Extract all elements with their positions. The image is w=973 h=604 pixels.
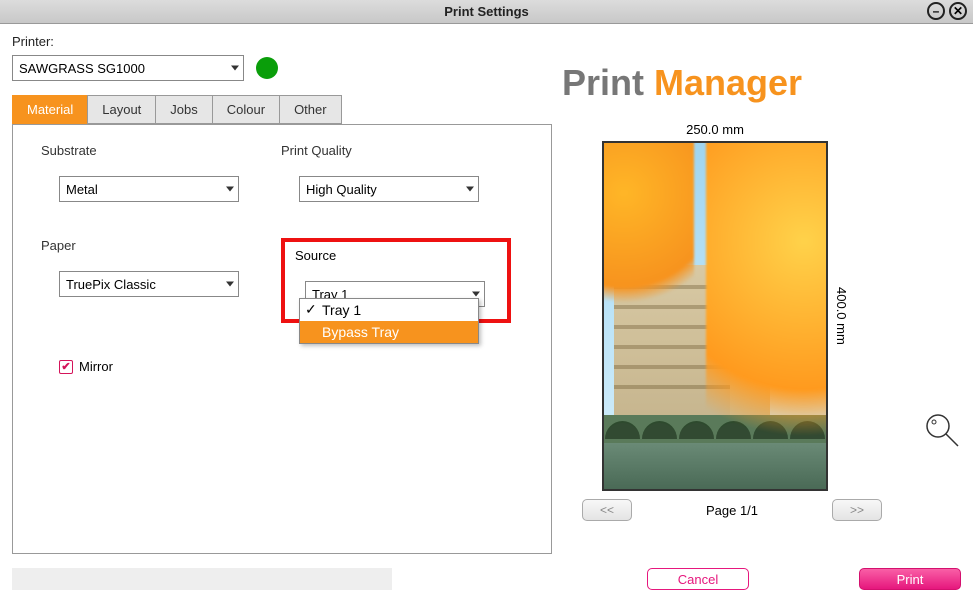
progress-placeholder	[12, 568, 392, 590]
preview-image	[602, 141, 828, 491]
tab-layout[interactable]: Layout	[87, 95, 156, 124]
mirror-checkbox[interactable]: ✔	[59, 360, 73, 374]
source-option-bypass[interactable]: Bypass Tray	[300, 321, 478, 343]
printer-select[interactable]: SAWGRASS SG1000	[12, 55, 244, 81]
chevron-down-icon	[226, 187, 234, 192]
titlebar: Print Settings – ✕	[0, 0, 973, 24]
source-dropdown: ✓ Tray 1 Bypass Tray	[299, 298, 479, 344]
tab-panel-material: Substrate Metal Print Quality High Quali…	[12, 124, 552, 554]
substrate-group: Substrate Metal	[41, 143, 241, 202]
bottom-bar: Cancel Print	[12, 568, 961, 590]
mirror-row: ✔ Mirror	[59, 359, 523, 374]
logo-part2: Manager	[654, 62, 802, 103]
tabs: Material Layout Jobs Colour Other	[12, 95, 552, 124]
pager: << Page 1/1 >>	[582, 499, 882, 521]
preview-height-label: 400.0 mm	[834, 287, 849, 345]
paper-group: Paper TruePix Classic	[41, 238, 241, 297]
printer-label: Printer:	[12, 34, 552, 49]
paper-label: Paper	[41, 238, 241, 253]
right-panel: Print Manager 250.0 mm 400.0 mm	[562, 34, 961, 554]
next-page-button[interactable]: >>	[832, 499, 882, 521]
substrate-value: Metal	[66, 182, 98, 197]
tab-other[interactable]: Other	[279, 95, 342, 124]
source-label: Source	[295, 248, 497, 263]
chevron-down-icon	[466, 187, 474, 192]
source-option-tray1-label: Tray 1	[322, 302, 361, 318]
paper-select[interactable]: TruePix Classic	[59, 271, 239, 297]
source-option-bypass-label: Bypass Tray	[322, 324, 399, 340]
chevron-down-icon	[231, 66, 239, 71]
preview-width-label: 250.0 mm	[602, 122, 828, 137]
paper-value: TruePix Classic	[66, 277, 156, 292]
print-button[interactable]: Print	[859, 568, 961, 590]
printer-select-value: SAWGRASS SG1000	[19, 61, 145, 76]
chevron-down-icon	[226, 282, 234, 287]
app-logo: Print Manager	[562, 62, 961, 104]
prev-page-button[interactable]: <<	[582, 499, 632, 521]
minimize-icon[interactable]: –	[927, 2, 945, 20]
print-quality-value: High Quality	[306, 182, 377, 197]
tab-jobs[interactable]: Jobs	[155, 95, 212, 124]
cancel-button[interactable]: Cancel	[647, 568, 749, 590]
check-icon: ✓	[305, 301, 317, 318]
page-indicator: Page 1/1	[706, 503, 758, 518]
preview-area: 250.0 mm 400.0 mm	[572, 122, 912, 521]
substrate-select[interactable]: Metal	[59, 176, 239, 202]
printer-status-indicator	[256, 57, 278, 79]
print-quality-group: Print Quality High Quality	[281, 143, 481, 202]
left-panel: Printer: SAWGRASS SG1000 Material Layout…	[12, 34, 552, 554]
tab-material[interactable]: Material	[12, 95, 88, 124]
print-quality-label: Print Quality	[281, 143, 481, 158]
zoom-icon[interactable]	[924, 412, 960, 451]
tab-colour[interactable]: Colour	[212, 95, 280, 124]
substrate-label: Substrate	[41, 143, 241, 158]
source-option-tray1[interactable]: ✓ Tray 1	[300, 299, 478, 321]
source-group-highlight: Source Tray 1 ✓ Tray 1 Bypass Tray	[281, 238, 511, 323]
print-quality-select[interactable]: High Quality	[299, 176, 479, 202]
close-icon[interactable]: ✕	[949, 2, 967, 20]
chevron-down-icon	[472, 292, 480, 297]
mirror-label: Mirror	[79, 359, 113, 374]
logo-part1: Print	[562, 62, 654, 103]
window-title: Print Settings	[444, 4, 529, 19]
